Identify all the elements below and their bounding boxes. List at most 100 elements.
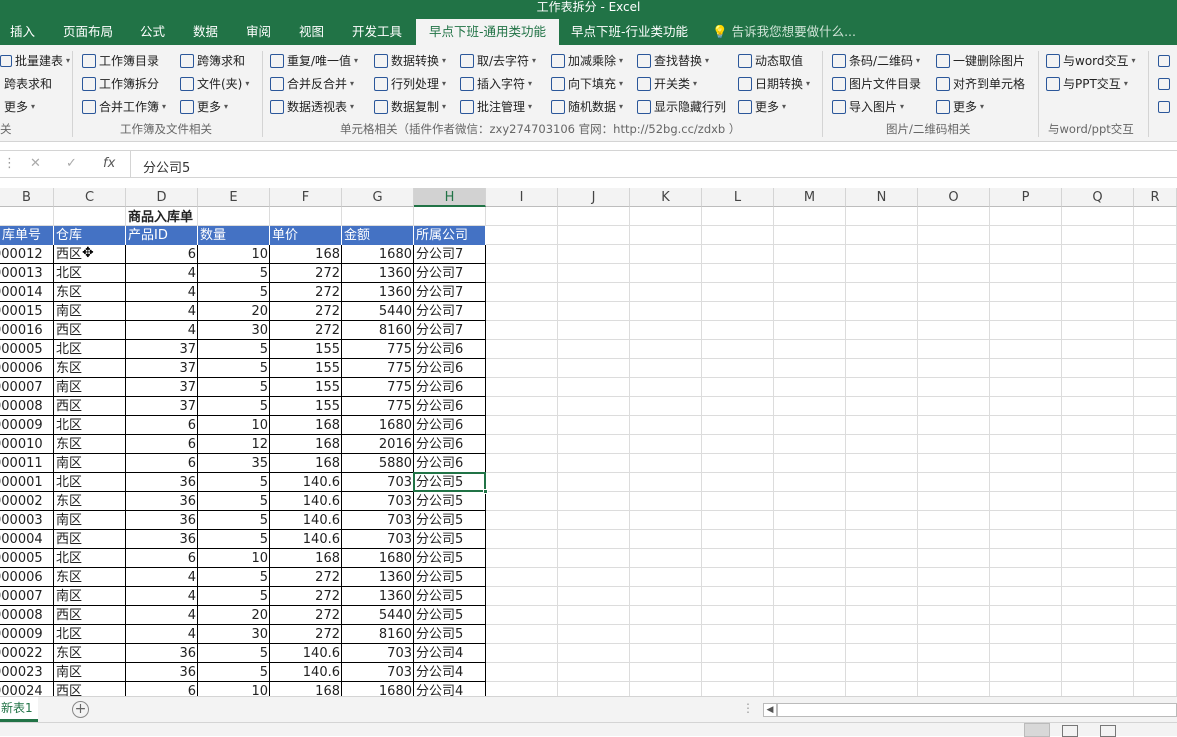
table-cell[interactable]: 分公司7: [414, 245, 486, 264]
table-cell[interactable]: 000005: [0, 549, 54, 568]
table-cell[interactable]: 分公司7: [414, 302, 486, 321]
table-cell[interactable]: 1680: [342, 682, 414, 696]
table-cell[interactable]: 35: [198, 454, 270, 473]
table-cell[interactable]: 4: [126, 321, 198, 340]
table-cell[interactable]: 703: [342, 644, 414, 663]
table-cell[interactable]: 10: [198, 416, 270, 435]
table-cell[interactable]: 775: [342, 359, 414, 378]
table-cell[interactable]: 000010: [0, 435, 54, 454]
table-cell[interactable]: 分公司5: [414, 568, 486, 587]
book-icon[interactable]: [1158, 97, 1173, 117]
enter-icon[interactable]: ✓: [66, 156, 77, 171]
table-cell[interactable]: 5: [198, 397, 270, 416]
ppt-interact-button[interactable]: 与PPT交互 ▾: [1046, 74, 1128, 94]
table-cell[interactable]: 140.6: [270, 511, 342, 530]
table-cell[interactable]: 5: [198, 644, 270, 663]
table-cell[interactable]: 东区: [54, 359, 126, 378]
table-cell[interactable]: 分公司5: [414, 473, 486, 492]
barcode-qr-button[interactable]: 条码/二维码 ▾: [832, 51, 920, 71]
table-cell[interactable]: 南区: [54, 378, 126, 397]
table-cell[interactable]: 分公司7: [414, 283, 486, 302]
table-cell[interactable]: 10: [198, 682, 270, 696]
import-image-button[interactable]: 导入图片 ▾: [832, 97, 904, 117]
table-header-cell[interactable]: 所属公司: [414, 226, 486, 245]
table-cell[interactable]: 155: [270, 378, 342, 397]
column-header-r[interactable]: R: [1134, 188, 1177, 207]
more-button[interactable]: 更多 ▾: [936, 97, 984, 117]
table-cell[interactable]: 37: [126, 378, 198, 397]
table-cell[interactable]: 272: [270, 283, 342, 302]
table-cell[interactable]: 4: [126, 302, 198, 321]
table-cell[interactable]: 分公司4: [414, 682, 486, 696]
table-cell[interactable]: 6: [126, 245, 198, 264]
table-cell[interactable]: 20: [198, 606, 270, 625]
table-cell[interactable]: 000003: [0, 511, 54, 530]
table-cell[interactable]: 155: [270, 340, 342, 359]
table-cell[interactable]: 6: [126, 454, 198, 473]
table-cell[interactable]: 272: [270, 625, 342, 644]
file-folder-button[interactable]: 文件(夹) ▾: [180, 74, 249, 94]
table-cell[interactable]: 140.6: [270, 644, 342, 663]
table-cell[interactable]: 5440: [342, 606, 414, 625]
table-cell[interactable]: 1680: [342, 549, 414, 568]
table-cell[interactable]: 36: [126, 473, 198, 492]
table-cell[interactable]: 西区: [54, 321, 126, 340]
table-cell[interactable]: 168: [270, 245, 342, 264]
table-cell[interactable]: 5: [198, 663, 270, 682]
table-header-cell[interactable]: 库单号: [0, 226, 54, 245]
table-cell[interactable]: 5: [198, 264, 270, 283]
column-header-f[interactable]: F: [270, 188, 342, 207]
table-cell[interactable]: 8160: [342, 625, 414, 644]
table-cell[interactable]: 000009: [0, 625, 54, 644]
tab-insert[interactable]: 插入: [6, 19, 39, 45]
table-cell[interactable]: 分公司7: [414, 321, 486, 340]
table-cell[interactable]: 分公司6: [414, 359, 486, 378]
table-cell[interactable]: 北区: [54, 416, 126, 435]
table-cell[interactable]: 分公司5: [414, 587, 486, 606]
table-cell[interactable]: 1680: [342, 416, 414, 435]
column-header-i[interactable]: I: [486, 188, 558, 207]
duplicate-unique-button[interactable]: 重复/唯一值 ▾: [270, 51, 358, 71]
tab-zdxb-industry[interactable]: 早点下班-行业类功能: [567, 19, 692, 45]
merge-workbook-button[interactable]: 合并工作簿 ▾: [82, 97, 166, 117]
table-cell[interactable]: 36: [126, 492, 198, 511]
table-header-cell[interactable]: 金额: [342, 226, 414, 245]
table-cell[interactable]: 140.6: [270, 492, 342, 511]
tab-zdxb-general[interactable]: 早点下班-通用类功能: [416, 19, 560, 45]
column-header-q[interactable]: Q: [1062, 188, 1134, 207]
workbook-split-button[interactable]: 工作簿拆分: [82, 74, 159, 94]
table-cell[interactable]: 000015: [0, 302, 54, 321]
merge-unmerge-button[interactable]: 合并反合并 ▾: [270, 74, 354, 94]
table-cell[interactable]: 北区: [54, 473, 126, 492]
table-cell[interactable]: 4: [126, 606, 198, 625]
cross-book-sum-button[interactable]: 跨簿求和: [180, 51, 245, 71]
table-cell[interactable]: 000005: [0, 340, 54, 359]
fill-handle[interactable]: [483, 489, 488, 494]
table-cell[interactable]: 000008: [0, 606, 54, 625]
table-cell[interactable]: 36: [126, 644, 198, 663]
table-cell[interactable]: 分公司6: [414, 435, 486, 454]
table-cell[interactable]: 西区: [54, 530, 126, 549]
add-sheet-icon[interactable]: +: [72, 701, 89, 718]
table-cell[interactable]: 南区: [54, 302, 126, 321]
table-cell[interactable]: 703: [342, 473, 414, 492]
delete-images-button[interactable]: 一键删除图片: [936, 51, 1025, 71]
table-cell[interactable]: 1360: [342, 587, 414, 606]
sheet-tab-active[interactable]: 新表1: [0, 697, 38, 722]
table-cell[interactable]: 西区: [54, 682, 126, 696]
table-cell[interactable]: 北区: [54, 340, 126, 359]
column-header-c[interactable]: C: [54, 188, 126, 207]
table-cell[interactable]: 南区: [54, 454, 126, 473]
table-cell[interactable]: 南区: [54, 511, 126, 530]
page-layout-view-icon[interactable]: [1062, 725, 1078, 737]
fx-icon[interactable]: fx: [103, 156, 115, 171]
table-cell[interactable]: 4: [126, 283, 198, 302]
table-cell[interactable]: 000012: [0, 245, 54, 264]
more-button[interactable]: 更多 ▾: [180, 97, 228, 117]
column-header-m[interactable]: M: [774, 188, 846, 207]
table-cell[interactable]: 西区: [54, 606, 126, 625]
date-convert-button[interactable]: 日期转换 ▾: [738, 74, 810, 94]
table-cell[interactable]: 6: [126, 682, 198, 696]
column-header-o[interactable]: O: [918, 188, 990, 207]
table-cell[interactable]: 5440: [342, 302, 414, 321]
